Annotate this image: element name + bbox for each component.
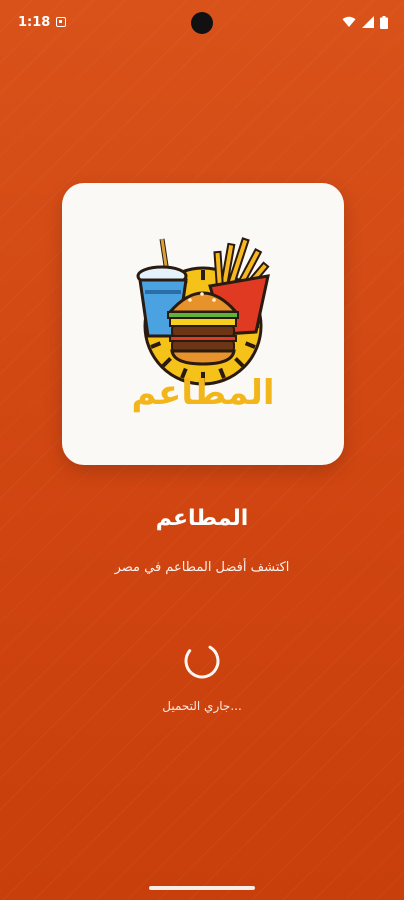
loading-text: ...جاري التحميل (162, 699, 242, 713)
app-subtitle: اكتشف أفضل المطاعم في مصر (114, 560, 290, 575)
loading-spinner-icon (184, 643, 220, 679)
battery-icon (380, 15, 388, 29)
status-bar: 1:18 (0, 0, 404, 44)
status-left: 1:18 (18, 14, 67, 30)
burger-icon (166, 291, 240, 366)
status-right (342, 15, 388, 29)
burger-fries-drink-logo: المطاعم (132, 237, 275, 413)
camera-cutout (191, 12, 213, 34)
app-title: المطاعم (155, 506, 249, 531)
signal-icon (362, 16, 374, 28)
splash-screen: 1:18 المطاعم المطاعم اكتشف أفضل المطاعم … (0, 0, 404, 900)
home-indicator[interactable] (149, 886, 255, 890)
notification-icon (56, 17, 67, 27)
logo-wordmark: المطاعم (132, 373, 275, 413)
status-time: 1:18 (18, 14, 51, 30)
wifi-icon (342, 16, 356, 27)
logo-card: المطاعم (62, 183, 344, 465)
